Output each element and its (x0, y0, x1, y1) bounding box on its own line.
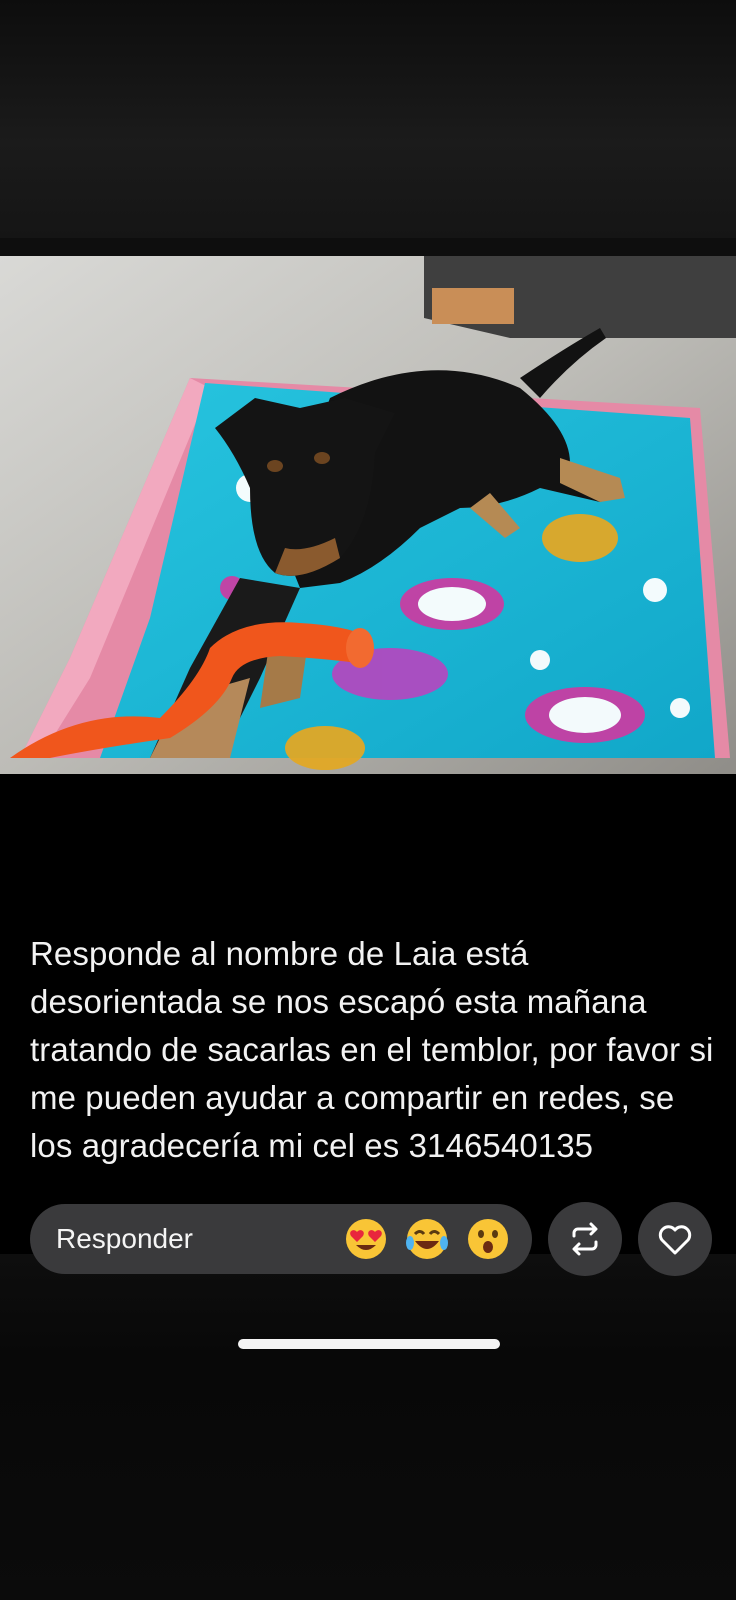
like-button[interactable] (638, 1202, 712, 1276)
heart-icon (658, 1225, 692, 1255)
surprised-emoji-icon[interactable] (466, 1217, 510, 1261)
story-top-background (0, 0, 736, 238)
post-caption: Responde al nombre de Laia está desorien… (30, 935, 714, 1164)
repost-icon (572, 1222, 598, 1256)
bottom-background (0, 1254, 736, 1600)
reply-bar[interactable]: Responder (30, 1204, 532, 1274)
reply-placeholder[interactable]: Responder (56, 1204, 193, 1274)
laughing-tears-emoji-icon[interactable] (405, 1217, 449, 1261)
dog-photo-illustration (0, 238, 736, 774)
home-indicator[interactable] (238, 1339, 500, 1349)
heart-eyes-emoji-icon[interactable] (344, 1217, 388, 1261)
repost-button[interactable] (548, 1202, 622, 1276)
post-photo (0, 238, 736, 774)
